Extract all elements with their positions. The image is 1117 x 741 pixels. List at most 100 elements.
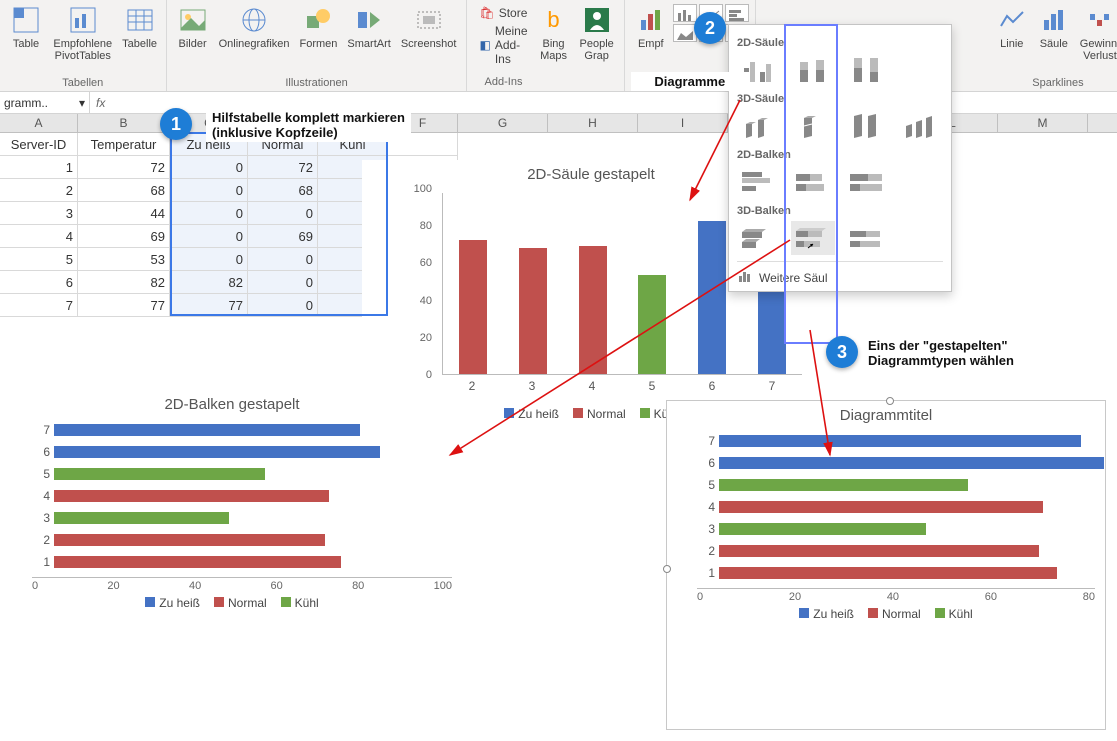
table-cell[interactable]: 4 [0, 225, 78, 248]
table-cell[interactable]: Temperatur [78, 133, 170, 156]
fx-icon: fx [96, 96, 105, 110]
people-graph-button[interactable]: People Grap [576, 2, 618, 91]
thumb-3d-column[interactable] [899, 109, 943, 143]
thumb-2d-bar-stacked[interactable] [791, 165, 835, 199]
more-column-charts[interactable]: Weitere Säul [737, 261, 943, 287]
smartart-button[interactable]: SmartArt [343, 2, 394, 52]
col-header[interactable]: H [548, 114, 638, 132]
table-cell[interactable]: 69 [78, 225, 170, 248]
thumb-3d-column-clustered[interactable] [737, 109, 781, 143]
sparkline-line-icon [996, 4, 1028, 36]
ribbon-group-sparklines: Linie Säule Gewinn/ Verlust Sparklines [986, 0, 1117, 91]
annotation-1: Hilfstabelle komplett markieren (inklusi… [206, 108, 411, 142]
screenshot-icon [413, 4, 445, 36]
ribbon-group-illustrations: Bilder Onlinegrafiken Formen SmartArt Sc… [167, 0, 468, 91]
chart-legend: Zu heiß Normal Kühl [667, 603, 1105, 627]
table-cell[interactable]: 5 [0, 248, 78, 271]
recommended-charts-button[interactable]: Empf [631, 2, 671, 52]
sparkline-column-button[interactable]: Säule [1034, 2, 1074, 64]
my-addins-button[interactable]: ◧Meine Add-Ins [479, 24, 527, 66]
thumb-3d-column-stacked[interactable] [791, 109, 835, 143]
x-axis: 234567 [442, 379, 802, 395]
col-header[interactable] [1088, 114, 1117, 132]
table-button[interactable]: Tabelle [120, 2, 160, 64]
plot-area: 7654321 [2, 415, 462, 577]
ribbon-group-label-sparklines: Sparklines [992, 75, 1117, 91]
table-cell[interactable]: 0 [170, 202, 248, 225]
table-cell[interactable]: 0 [248, 202, 318, 225]
col-header[interactable]: M [998, 114, 1088, 132]
ribbon-group-label-tables: Tabellen [6, 75, 160, 91]
table-cell[interactable]: 1 [0, 156, 78, 179]
thumb-2d-column-100stacked[interactable] [845, 53, 889, 87]
table-cell[interactable]: 77 [170, 294, 248, 317]
table-cell[interactable]: 68 [78, 179, 170, 202]
table-cell[interactable]: 0 [248, 248, 318, 271]
store-button[interactable]: 🛍Store [479, 6, 527, 20]
table-cell[interactable]: 6 [0, 271, 78, 294]
table-cell[interactable]: 69 [248, 225, 318, 248]
legend-item-hot: Zu heiß [504, 407, 559, 421]
sparkline-column-icon [1038, 4, 1070, 36]
chart-2d-bar-stacked-left[interactable]: 2D-Balken gestapelt 7654321 020406080100… [2, 390, 462, 680]
table-cell[interactable]: 82 [170, 271, 248, 294]
thumb-3d-bar-100stacked[interactable] [845, 221, 889, 255]
col-header[interactable]: I [638, 114, 728, 132]
name-box[interactable]: gramm..▾ [0, 92, 90, 113]
sparkline-line-button[interactable]: Linie [992, 2, 1032, 64]
pivot-table-icon [10, 4, 42, 36]
table-cell[interactable]: 0 [170, 156, 248, 179]
table-cell[interactable]: 3 [0, 202, 78, 225]
table-cell[interactable]: 72 [248, 156, 318, 179]
pictures-button[interactable]: Bilder [173, 2, 213, 52]
table-cell[interactable]: 0 [248, 294, 318, 317]
legend-item-cool: Kühl [281, 596, 319, 610]
table-cell[interactable]: 77 [78, 294, 170, 317]
thumb-3d-bar-clustered[interactable] [737, 221, 781, 255]
thumb-2d-column-stacked[interactable] [791, 53, 835, 87]
col-header[interactable]: B [78, 114, 170, 132]
table-cell[interactable]: 53 [78, 248, 170, 271]
table-cell[interactable]: 0 [248, 271, 318, 294]
menu-section-3d-column: 3D-Säule [737, 93, 943, 105]
table-cell[interactable]: 82 [78, 271, 170, 294]
sparkline-winloss-button[interactable]: Gewinn/ Verlust [1076, 2, 1117, 64]
table-cell[interactable]: 44 [78, 202, 170, 225]
store-icon: 🛍 [479, 6, 494, 20]
thumb-2d-bar-100stacked[interactable] [845, 165, 889, 199]
thumb-3d-bar-stacked[interactable] [791, 221, 835, 255]
resize-handle[interactable] [886, 397, 894, 405]
table-cell[interactable]: 0 [170, 225, 248, 248]
table-cell[interactable]: 0 [170, 248, 248, 271]
chart-title-bar-left: 2D-Balken gestapelt [2, 390, 462, 415]
plot-area: 7654321 [667, 426, 1105, 588]
people-graph-icon [581, 4, 613, 36]
resize-handle[interactable] [663, 565, 671, 573]
bing-maps-button[interactable]: bBing Maps [534, 2, 574, 91]
chart-type-bar[interactable] [725, 4, 749, 22]
recommended-charts-icon [635, 4, 667, 36]
shapes-button[interactable]: Formen [296, 2, 342, 52]
x-axis: 020406080 [697, 588, 1095, 603]
screenshot-button[interactable]: Screenshot [397, 2, 461, 52]
table-cell[interactable]: 72 [78, 156, 170, 179]
table-cell[interactable]: 0 [170, 179, 248, 202]
chart-type-column[interactable] [673, 4, 697, 22]
chart-type-menu: 2D-Säule 3D-Säule 2D-Balken 3D-Balken We… [728, 24, 952, 292]
chart-2d-bar-stacked-right[interactable]: Diagrammtitel 7654321 020406080 Zu heiß … [666, 400, 1106, 730]
online-pictures-button[interactable]: Onlinegrafiken [215, 2, 294, 52]
thumb-2d-bar-clustered[interactable] [737, 165, 781, 199]
thumb-3d-column-100stacked[interactable] [845, 109, 889, 143]
chart-title-bar-right: Diagrammtitel [667, 401, 1105, 426]
recommended-pivot-button[interactable]: Empfohlene PivotTables [48, 2, 118, 64]
annotation-3: Eins der "gestapelten" Diagrammtypen wäh… [862, 336, 1020, 370]
ribbon-group-tables: Table Empfohlene PivotTables Tabelle Tab… [0, 0, 167, 91]
table-cell[interactable]: 2 [0, 179, 78, 202]
table-icon [124, 4, 156, 36]
table-cell[interactable]: 68 [248, 179, 318, 202]
col-header[interactable]: A [0, 114, 78, 132]
table-cell[interactable]: 7 [0, 294, 78, 317]
pivot-table-button[interactable]: Table [6, 2, 46, 64]
col-header[interactable]: G [458, 114, 548, 132]
table-cell[interactable]: Server-ID [0, 133, 78, 156]
